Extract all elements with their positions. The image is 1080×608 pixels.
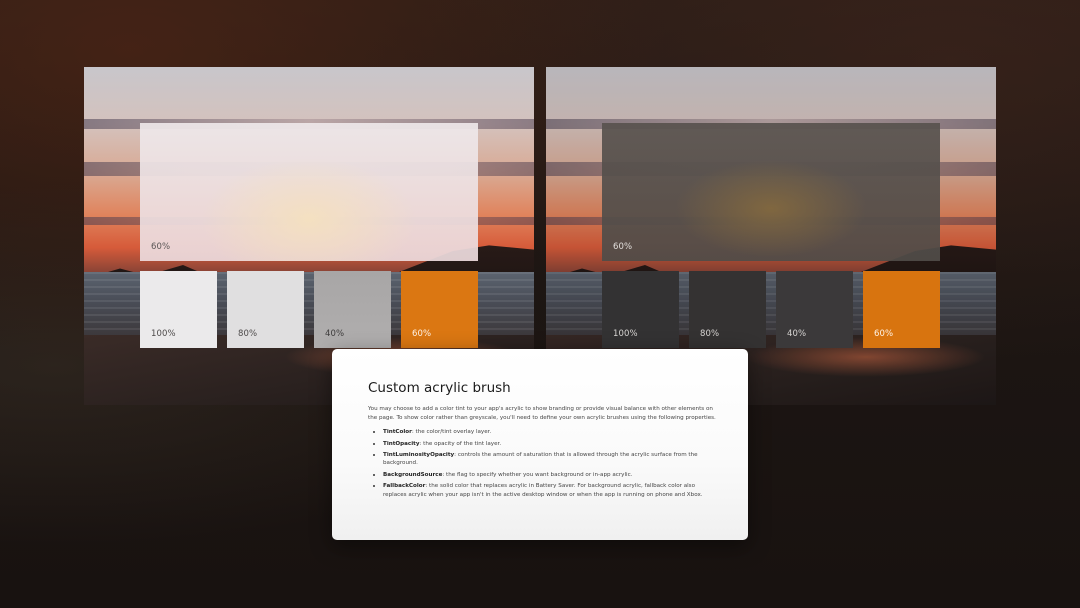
property-name: BackgroundSource [383, 471, 443, 478]
list-item: TintColor: the color/tint overlay layer. [383, 427, 718, 437]
card-intro: You may choose to add a color tint to yo… [368, 406, 716, 421]
swatch-accent-60: 60% [863, 271, 940, 348]
swatch-40: 40% [776, 271, 853, 348]
swatch-label: 80% [238, 329, 258, 339]
swatch-label: 60% [412, 329, 432, 339]
swatch-label: 100% [613, 329, 638, 339]
card-title: Custom acrylic brush [368, 380, 511, 396]
property-name: TintOpacity [383, 440, 420, 447]
swatch-label: 40% [325, 329, 345, 339]
swatch-40: 40% [314, 271, 391, 348]
swatch-label: 100% [151, 329, 176, 339]
property-description: : the solid color that replaces acrylic … [383, 482, 703, 498]
card-body: You may choose to add a color tint to yo… [368, 405, 718, 501]
list-item: TintOpacity: the opacity of the tint lay… [383, 439, 718, 449]
swatch-label: 80% [700, 329, 720, 339]
swatch-100: 100% [140, 271, 217, 348]
swatch-100: 100% [602, 271, 679, 348]
list-item: TintLuminosityOpacity: controls the amou… [383, 450, 718, 468]
info-card: Custom acrylic brush You may choose to a… [332, 349, 748, 540]
swatch-label: 40% [787, 329, 807, 339]
property-list: TintColor: the color/tint overlay layer.… [368, 427, 718, 499]
property-name: FallbackColor [383, 482, 426, 489]
swatch-80: 80% [689, 271, 766, 348]
swatch-label: 60% [874, 329, 894, 339]
acrylic-sample-large: 60% [602, 123, 940, 261]
swatch-80: 80% [227, 271, 304, 348]
opacity-label: 60% [613, 242, 633, 252]
property-description: : the flag to specify whether you want b… [442, 471, 633, 478]
property-name: TintColor [383, 429, 412, 436]
list-item: FallbackColor: the solid color that repl… [383, 481, 718, 499]
swatch-accent-60: 60% [401, 271, 478, 348]
property-name: TintLuminosityOpacity [383, 451, 455, 458]
opacity-label: 60% [151, 242, 171, 252]
property-description: : the opacity of the tint layer. [419, 440, 502, 447]
property-description: : the color/tint overlay layer. [411, 429, 492, 436]
acrylic-sample-large: 60% [140, 123, 478, 261]
list-item: BackgroundSource: the flag to specify wh… [383, 470, 718, 480]
